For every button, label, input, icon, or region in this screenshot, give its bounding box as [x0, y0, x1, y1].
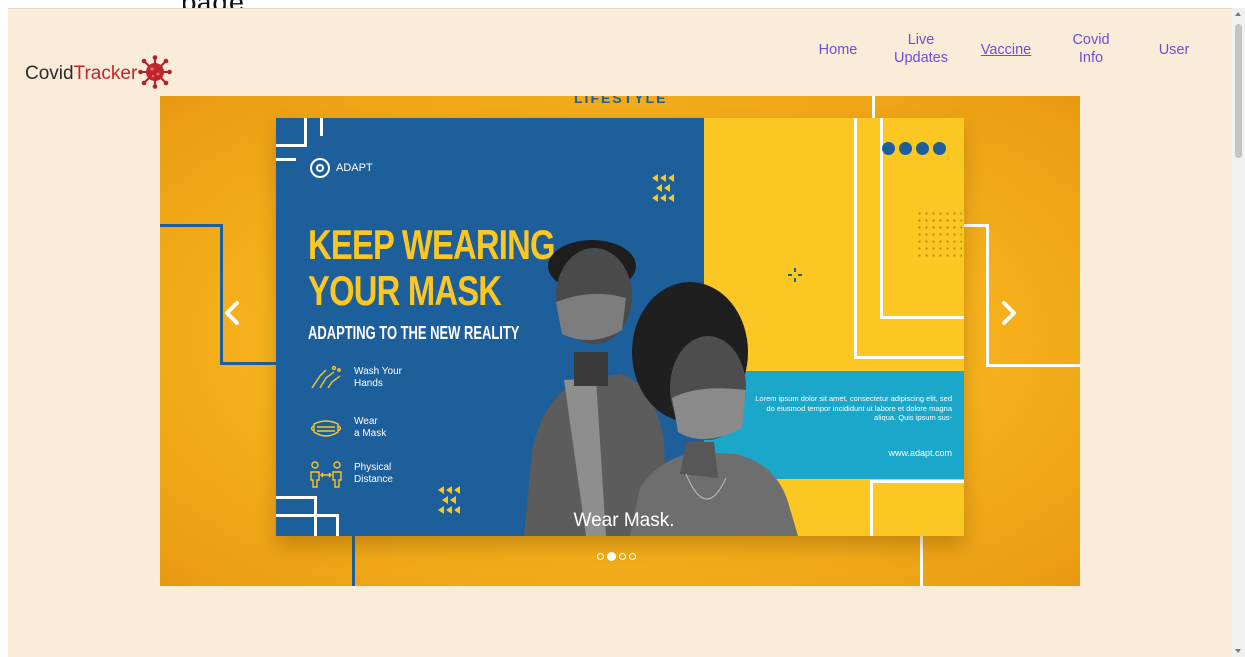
carousel-indicator-active[interactable] — [607, 552, 616, 561]
carousel-indicator[interactable] — [619, 553, 626, 560]
twitter-icon — [916, 142, 929, 155]
decor-line — [962, 224, 988, 227]
dot-pattern — [916, 210, 962, 260]
decor-line — [276, 496, 316, 499]
nav-home[interactable]: Home — [815, 41, 861, 59]
decor-line — [352, 536, 355, 586]
decor-line — [986, 224, 989, 366]
carousel-top-text: LIFESTYLE — [574, 96, 668, 106]
nav-live-updates[interactable]: Live Updates — [888, 31, 954, 67]
tip-physical-distance: Physical Distance — [308, 460, 414, 488]
nav-user[interactable]: User — [1154, 41, 1194, 59]
triangle-pattern — [652, 174, 674, 202]
nav-vaccine[interactable]: Vaccine — [976, 41, 1036, 59]
carousel-indicators — [597, 552, 639, 561]
decor-line — [880, 316, 964, 319]
nav-user-label: User — [1158, 42, 1190, 58]
tip-wash-hands-line1: Wash Your — [354, 366, 402, 377]
whatsapp-icon — [933, 142, 946, 155]
distance-icon — [310, 461, 342, 488]
decor-line — [220, 362, 280, 365]
slide-caption: Wear Mask. — [573, 510, 675, 531]
nav-covid-info-label-2: Info — [1078, 50, 1104, 66]
adapt-logo-icon — [310, 158, 330, 178]
decor-line — [304, 118, 307, 147]
masked-people-photo — [524, 240, 798, 536]
decor-line — [986, 364, 1080, 367]
image-carousel: LIFESTYLE ADAPT KEEP WEARING YOUR MASK A… — [160, 96, 1080, 586]
mask-icon — [310, 420, 342, 437]
decor-line — [336, 514, 339, 536]
tip-wear-mask: Wear a Mask — [308, 414, 414, 442]
tip-wear-mask-line1: Wear — [354, 416, 378, 427]
decor-line — [920, 536, 923, 586]
tip-wash-hands-line2: Hands — [354, 378, 383, 389]
facebook-icon — [899, 142, 912, 155]
decor-line — [854, 356, 964, 359]
decor-line — [320, 118, 323, 136]
tip-wash-hands: Wash Your Hands — [308, 364, 414, 392]
carousel-indicator[interactable] — [597, 553, 604, 560]
chevron-left-icon — [225, 301, 239, 325]
decor-line — [160, 224, 222, 227]
decor-line — [276, 144, 306, 147]
nav-live-updates-label-2: Updates — [893, 50, 948, 66]
decor-line — [870, 480, 964, 483]
carousel-next-button[interactable] — [994, 295, 1024, 331]
social-icons — [882, 142, 950, 155]
decor-line — [276, 158, 296, 161]
decor-line — [870, 480, 873, 536]
decor-line — [872, 96, 875, 120]
scrollbar-thumb[interactable] — [1235, 24, 1242, 158]
carousel-indicator[interactable] — [629, 553, 636, 560]
hands-icon — [311, 365, 341, 389]
tip-wear-mask-line2: a Mask — [354, 428, 387, 439]
browser-viewport: Covid Tracker Home Live Updates Vaccine … — [8, 8, 1232, 657]
decor-line — [220, 224, 223, 364]
scroll-down-icon[interactable] — [1235, 649, 1241, 653]
decor-line — [276, 514, 338, 517]
main-nav: Home Live Updates Vaccine Covid Info Use… — [8, 31, 1232, 81]
nav-vaccine-label: Vaccine — [980, 42, 1032, 58]
decor-line — [854, 118, 857, 358]
vertical-scrollbar[interactable] — [1232, 8, 1245, 657]
instagram-icon — [882, 142, 895, 155]
adapt-logo: ADAPT — [310, 158, 373, 178]
carousel-prev-button[interactable] — [217, 295, 247, 331]
nav-home-label: Home — [818, 42, 858, 58]
tip-physical-distance-line2: Distance — [354, 474, 393, 485]
scroll-up-icon[interactable] — [1235, 12, 1241, 16]
chevron-right-icon — [1002, 301, 1016, 325]
tip-physical-distance-line1: Physical — [354, 462, 392, 473]
adapt-logo-text: ADAPT — [336, 162, 373, 174]
nav-covid-info-label-1: Covid — [1072, 32, 1110, 48]
carousel-slide: ADAPT KEEP WEARING YOUR MASK ADAPTING TO… — [276, 118, 964, 536]
nav-live-updates-label-1: Live — [907, 32, 935, 48]
slide-website: www.adapt.com — [888, 448, 952, 458]
nav-covid-info[interactable]: Covid Info — [1064, 31, 1118, 67]
